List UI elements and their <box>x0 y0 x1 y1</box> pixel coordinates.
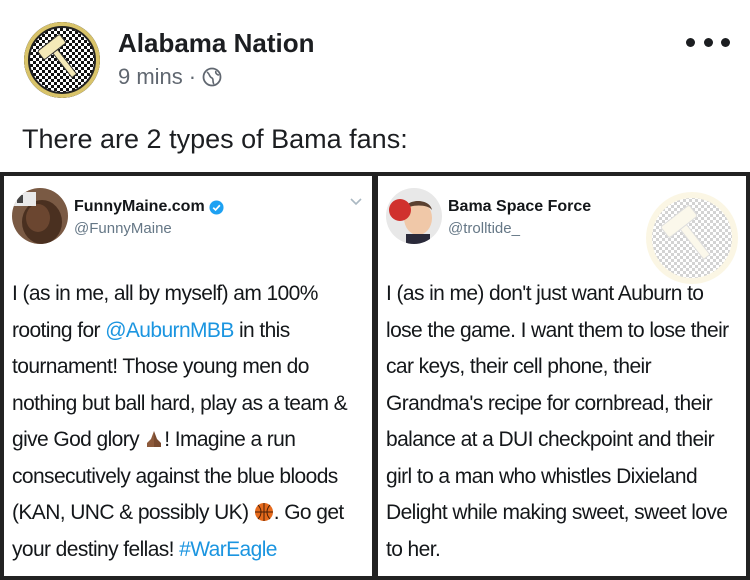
tweet-card-bamaspaceforce: Bama Space Force @trolltide_ I (as in me… <box>378 176 746 576</box>
post-time[interactable]: 9 mins <box>118 64 183 90</box>
meta-separator: · <box>188 64 197 89</box>
tweet-author-name[interactable]: Bama Space Force <box>448 198 591 216</box>
profile-photo-icon <box>12 188 68 244</box>
tweet-avatar <box>12 188 68 244</box>
page-avatar[interactable] <box>24 22 100 98</box>
post-header: Alabama Nation 9 mins · <box>0 0 750 110</box>
more-options-dot <box>721 37 730 47</box>
tweet-author-label: FunnyMaine.com <box>74 198 205 215</box>
tweet-card-funnymaine: FunnyMaine.com @FunnyMaine I (as in me, … <box>4 176 372 576</box>
mention-link[interactable]: @AuburnMBB <box>105 319 234 342</box>
praying-hands-icon <box>147 431 162 447</box>
tweet-avatar <box>386 188 442 244</box>
basketball-icon <box>254 503 273 521</box>
chevron-down-icon[interactable] <box>350 198 362 206</box>
tweets-image[interactable]: FunnyMaine.com @FunnyMaine I (as in me, … <box>0 172 750 580</box>
post-meta: 9 mins · <box>118 64 222 90</box>
tweet-handle[interactable]: @FunnyMaine <box>74 220 172 237</box>
more-options-button[interactable] <box>686 30 730 54</box>
verified-badge-icon <box>209 199 224 215</box>
hashtag-link[interactable]: #WarEagle <box>179 538 277 561</box>
more-options-icon <box>686 37 695 47</box>
tweet-author-label: Bama Space Force <box>448 198 592 215</box>
globe-icon <box>202 67 222 87</box>
more-options-dot <box>703 37 713 47</box>
alabama-nation-logo-icon <box>24 22 100 98</box>
profile-photo-icon <box>386 188 442 244</box>
post-text: There are 2 types of Bama fans: <box>22 124 408 154</box>
tweet-author-name[interactable]: FunnyMaine.com <box>74 198 224 216</box>
tweet-handle[interactable]: @trolltide_ <box>448 220 520 237</box>
alabama-nation-watermark-icon <box>646 192 738 284</box>
page-name[interactable]: Alabama Nation <box>118 28 315 59</box>
tweet-body: I (as in me, all by myself) am 100% root… <box>12 276 368 568</box>
tweet-body: I (as in me) don't just want Auburn to l… <box>386 282 729 561</box>
